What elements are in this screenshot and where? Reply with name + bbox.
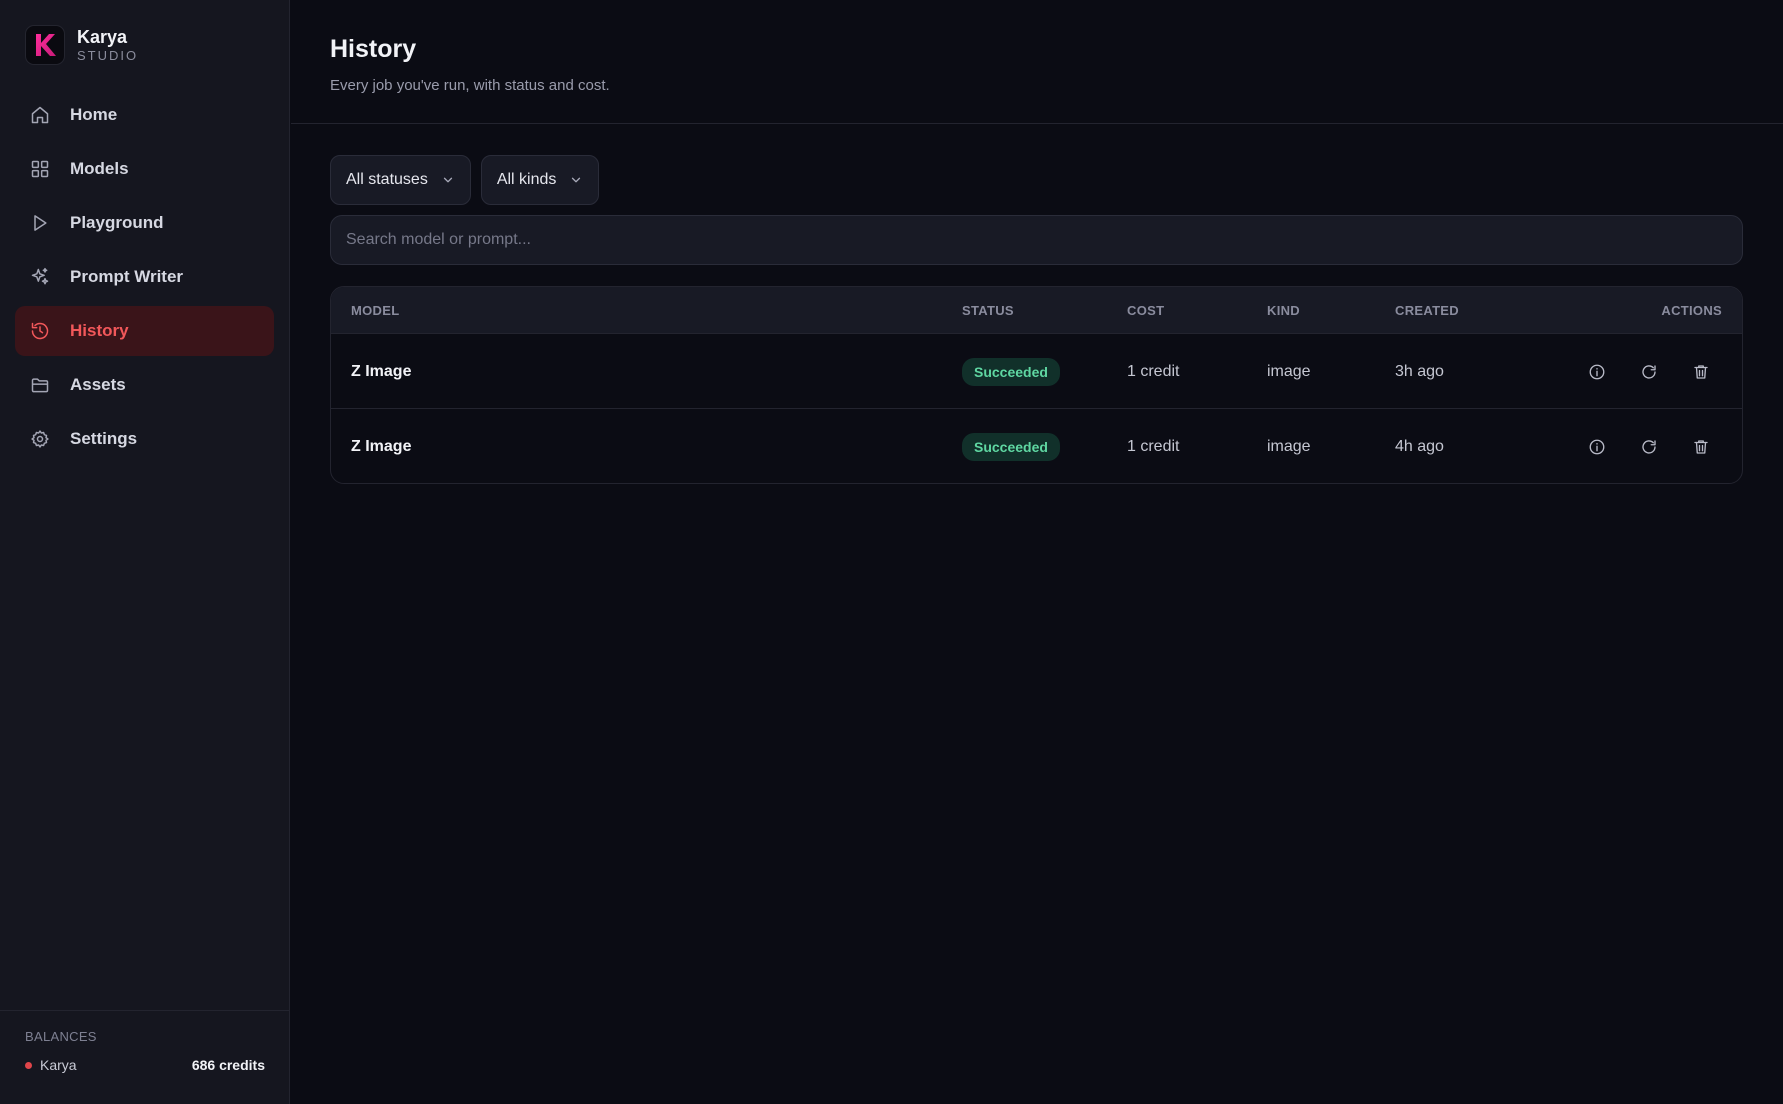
column-header-kind[interactable]: KIND (1267, 303, 1300, 318)
chevron-down-icon (441, 173, 455, 187)
sidebar-item-label: Prompt Writer (70, 267, 184, 286)
folder-icon (29, 374, 51, 396)
balances-title: BALANCES (25, 1029, 97, 1044)
trash-icon[interactable] (1690, 436, 1712, 458)
sidebar-item-label: Models (70, 159, 129, 178)
chevron-down-icon (569, 173, 583, 187)
status-badge: Succeeded (962, 357, 1060, 386)
sidebar-nav: Home Models Playground Prompt Writer His… (15, 90, 274, 468)
column-header-cost[interactable]: COST (1127, 303, 1164, 318)
status-dot-icon (25, 1061, 32, 1069)
status-filter-value: All statuses (346, 171, 428, 188)
sidebar-item-prompt-writer[interactable]: Prompt Writer (15, 252, 274, 302)
sidebar-item-label: Assets (70, 375, 126, 394)
sidebar-item-label: Settings (70, 429, 138, 448)
row-actions (1556, 409, 1712, 483)
brand-name: Karya (77, 27, 128, 47)
sidebar-item-label: Home (70, 105, 118, 124)
cell-created: 3h ago (1395, 362, 1444, 380)
row-actions (1556, 334, 1712, 409)
cell-kind: image (1267, 437, 1311, 455)
sidebar-item-models[interactable]: Models (15, 144, 274, 194)
main-content: History Every job you've run, with statu… (291, 0, 1783, 1104)
column-header-status[interactable]: STATUS (962, 303, 1014, 318)
filters: All statuses All kinds (330, 155, 609, 205)
table-row[interactable]: Z Image Succeeded 1 credit image 3h ago (331, 334, 1742, 409)
sidebar-item-label: Playground (70, 213, 164, 232)
sidebar-item-settings[interactable]: Settings (15, 414, 274, 464)
sidebar-item-playground[interactable]: Playground (15, 198, 274, 248)
cell-created: 4h ago (1395, 437, 1444, 455)
history-icon (29, 320, 51, 342)
play-icon (29, 212, 51, 234)
grid-icon (29, 158, 51, 180)
column-header-actions: ACTIONS (1661, 303, 1722, 318)
retry-icon[interactable] (1638, 361, 1660, 383)
balance-value: 686 credits (191, 1057, 265, 1073)
brand-logo (25, 25, 65, 65)
balance-row: Karya 686 credits (25, 1057, 265, 1073)
retry-icon[interactable] (1638, 436, 1660, 458)
history-table: MODEL STATUS COST KIND CREATED ACTIONS Z… (330, 286, 1743, 484)
trash-icon[interactable] (1690, 361, 1712, 383)
kind-filter-select[interactable]: All kinds (480, 155, 600, 205)
sidebar-item-assets[interactable]: Assets (15, 360, 274, 410)
info-icon[interactable] (1586, 361, 1608, 383)
kind-filter-value: All kinds (496, 171, 557, 188)
cell-cost: 1 credit (1127, 437, 1180, 455)
sparkle-icon (29, 266, 51, 288)
home-icon (29, 104, 51, 126)
cell-model: Z Image (351, 362, 412, 380)
sidebar-item-history[interactable]: History (15, 306, 274, 356)
gear-icon (29, 428, 51, 450)
brand-subtitle: STUDIO (77, 48, 139, 63)
sidebar-item-label: History (70, 321, 129, 340)
balances-panel: BALANCES Karya 686 credits (0, 1010, 290, 1104)
cell-cost: 1 credit (1127, 362, 1180, 380)
sidebar-item-home[interactable]: Home (15, 90, 274, 140)
balance-account: Karya (40, 1057, 77, 1073)
page-title: History (330, 35, 417, 63)
page-subtitle: Every job you've run, with status and co… (330, 77, 610, 94)
table-row[interactable]: Z Image Succeeded 1 credit image 4h ago (331, 409, 1742, 483)
page-header: History Every job you've run, with statu… (291, 0, 1783, 124)
brand[interactable]: Karya STUDIO (25, 25, 138, 65)
cell-model: Z Image (351, 437, 412, 455)
status-badge: Succeeded (962, 432, 1060, 461)
status-filter-select[interactable]: All statuses (330, 155, 471, 205)
table-header: MODEL STATUS COST KIND CREATED ACTIONS (331, 287, 1742, 334)
search-input[interactable] (330, 215, 1743, 265)
sidebar: Karya STUDIO Home Models Playground Prom… (0, 0, 290, 1104)
cell-kind: image (1267, 362, 1311, 380)
info-icon[interactable] (1586, 436, 1608, 458)
column-header-model[interactable]: MODEL (351, 303, 399, 318)
logo-k-icon (36, 34, 56, 56)
column-header-created[interactable]: CREATED (1395, 303, 1459, 318)
